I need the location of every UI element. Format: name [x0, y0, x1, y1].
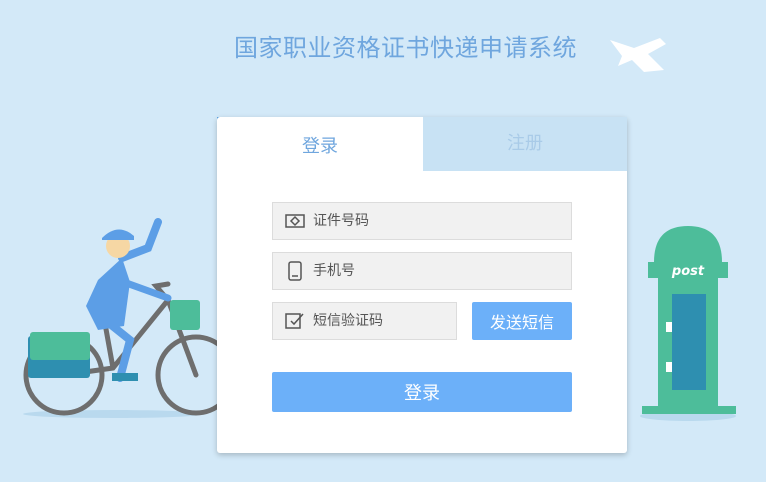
sms-code-input[interactable]: [311, 302, 489, 340]
id-number-input[interactable]: [311, 202, 571, 240]
postbox-illustration: post: [640, 226, 736, 421]
page-title: 国家职业资格证书快递申请系统: [234, 34, 577, 62]
phone-input[interactable]: [311, 252, 571, 290]
send-sms-button[interactable]: 发送短信: [472, 302, 572, 340]
id-number-field: [272, 202, 572, 240]
login-button[interactable]: 登录: [272, 372, 572, 412]
tab-register[interactable]: 注册: [423, 117, 627, 171]
mobile-phone-icon: [285, 261, 305, 281]
sms-code-field: [272, 302, 489, 340]
id-card-icon: [285, 211, 305, 231]
postbox-label: post: [671, 264, 705, 279]
phone-field: [272, 252, 572, 290]
bird-icon: [610, 38, 666, 72]
login-card: 登录 注册 发送短信 登录: [217, 117, 627, 453]
tab-login[interactable]: 登录: [217, 122, 423, 171]
edit-form-icon: [285, 311, 305, 331]
cyclist-illustration: [23, 218, 228, 418]
